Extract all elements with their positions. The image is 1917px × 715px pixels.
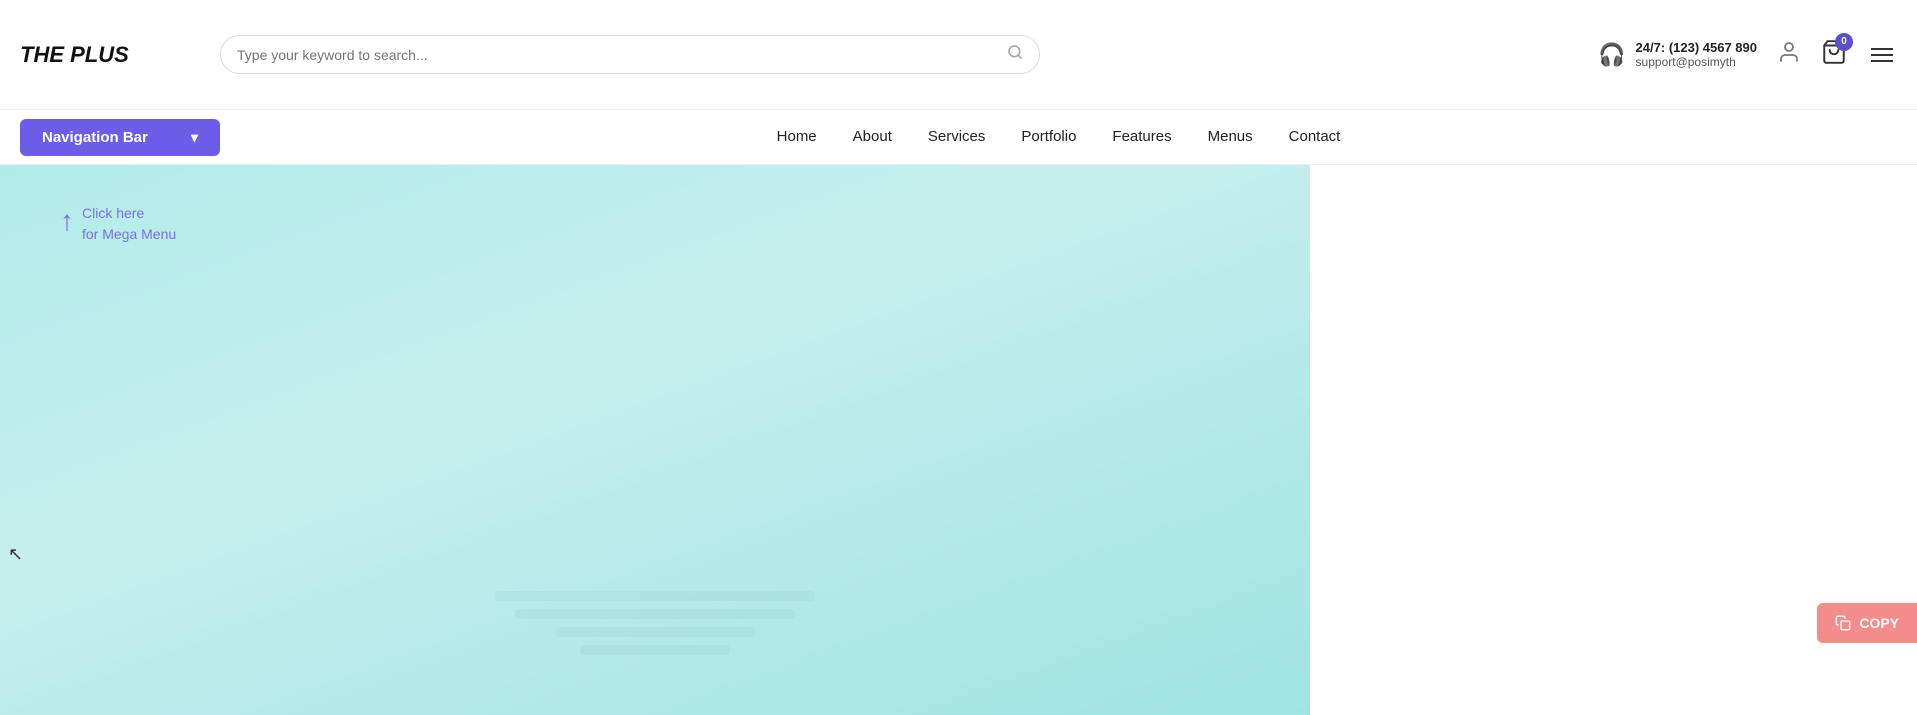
chevron-down-icon: ▾ — [191, 129, 198, 146]
nav-dropdown-button[interactable]: Navigation Bar ▾ — [20, 119, 220, 156]
copy-button[interactable]: COPY — [1817, 603, 1917, 643]
user-icon — [1777, 40, 1801, 64]
nav-links: Home About Services Portfolio Features M… — [777, 128, 1341, 146]
nav-link-contact[interactable]: Contact — [1289, 128, 1341, 145]
user-button[interactable] — [1777, 40, 1801, 70]
nav-item-home: Home — [777, 128, 817, 146]
support-text: 24/7: (123) 4567 890 support@posimyth — [1636, 40, 1757, 69]
bg-line-1 — [495, 591, 815, 601]
support-phone: 24/7: (123) 4567 890 — [1636, 40, 1757, 55]
nav-item-portfolio: Portfolio — [1021, 128, 1076, 146]
headphone-icon: 🎧 — [1598, 42, 1625, 68]
nav-item-about: About — [853, 128, 892, 146]
support-email: support@posimyth — [1636, 55, 1757, 69]
search-input[interactable] — [237, 47, 1007, 63]
hamburger-line-2 — [1871, 54, 1893, 56]
navbar: Navigation Bar ▾ Home About Services Por… — [0, 110, 1917, 165]
hamburger-button[interactable] — [1867, 44, 1897, 66]
nav-item-menus: Menus — [1208, 128, 1253, 146]
cart-button[interactable]: 0 — [1821, 39, 1847, 71]
hamburger-line-1 — [1871, 48, 1893, 50]
bg-line-3 — [555, 627, 755, 637]
nav-link-features[interactable]: Features — [1112, 128, 1171, 145]
nav-link-services[interactable]: Services — [928, 128, 986, 145]
nav-link-menus[interactable]: Menus — [1208, 128, 1253, 145]
mega-menu-hint: ↑ Click here for Mega Menu — [60, 203, 176, 245]
content-area: ↑ Click here for Mega Menu — [0, 165, 1310, 715]
support-info: 🎧 24/7: (123) 4567 890 support@posimyth — [1598, 40, 1757, 69]
search-button[interactable] — [1007, 44, 1023, 65]
logo[interactable]: THE PLUS — [20, 42, 200, 68]
copy-label: COPY — [1859, 615, 1899, 631]
arrow-up-icon: ↑ — [60, 205, 74, 237]
content-row: ↑ Click here for Mega Menu — [0, 165, 1917, 715]
nav-item-services: Services — [928, 128, 986, 146]
copy-icon — [1835, 615, 1851, 631]
bg-line-2 — [515, 609, 795, 619]
nav-link-about[interactable]: About — [853, 128, 892, 145]
cart-badge: 0 — [1835, 33, 1853, 51]
search-icon — [1007, 44, 1023, 60]
hint-line-1: Click here — [82, 205, 144, 221]
nav-dropdown-label: Navigation Bar — [42, 129, 148, 146]
hint-text-block: Click here for Mega Menu — [82, 203, 176, 245]
nav-link-portfolio[interactable]: Portfolio — [1021, 128, 1076, 145]
bg-line-4 — [580, 645, 730, 655]
search-bar — [220, 35, 1040, 74]
page-wrapper: THE PLUS 🎧 24/7: (123) 4567 890 support@… — [0, 0, 1917, 715]
header: THE PLUS 🎧 24/7: (123) 4567 890 support@… — [0, 0, 1917, 110]
nav-item-contact: Contact — [1289, 128, 1341, 146]
nav-link-home[interactable]: Home — [777, 128, 817, 145]
background-lines — [455, 591, 855, 655]
nav-item-features: Features — [1112, 128, 1171, 146]
hint-line-2: for Mega Menu — [82, 226, 176, 242]
header-right: 🎧 24/7: (123) 4567 890 support@posimyth — [1598, 39, 1897, 71]
hamburger-line-3 — [1871, 60, 1893, 62]
